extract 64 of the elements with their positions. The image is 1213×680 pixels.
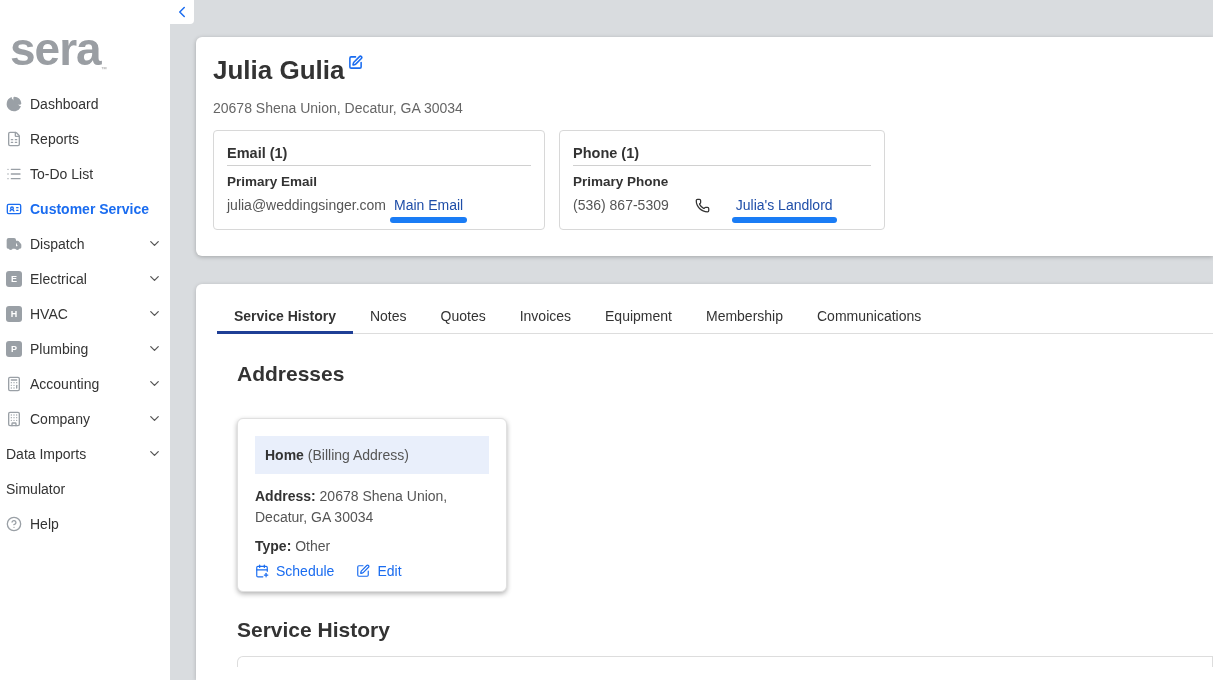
sidebar-item[interactable]: Dispatch <box>0 226 170 261</box>
sidebar-label: Plumbing <box>30 340 90 357</box>
letter-badge: E <box>6 270 22 287</box>
address-text: Address: 20678 Shena Union, Decatur, GA 30034 <box>255 487 449 527</box>
address-title: Home (Billing Address) <box>255 436 489 474</box>
tab[interactable]: Invoices <box>502 300 589 334</box>
sidebar-label: Simulator <box>6 480 67 497</box>
logo: sera <box>10 26 101 72</box>
sidebar-label: Data Imports <box>6 445 88 462</box>
pie-chart-icon <box>6 95 22 112</box>
sidebar-item[interactable]: Dashboard <box>0 86 170 121</box>
sidebar-item[interactable]: P Plumbing <box>0 331 170 366</box>
tab[interactable]: Notes <box>352 300 424 334</box>
sidebar-label: To-Do List <box>30 165 95 182</box>
section-heading: Service History <box>237 618 391 642</box>
schedule-link[interactable]: Schedule <box>255 563 335 579</box>
help-icon <box>6 515 22 532</box>
tab[interactable]: Communications <box>800 300 939 334</box>
contact-label: Primary Phone <box>573 174 670 189</box>
sidebar-label: Reports <box>30 130 81 147</box>
tab[interactable]: Quotes <box>423 300 503 334</box>
contact-value: (536) 867-5309 <box>573 197 669 213</box>
contact-title: Email (1) <box>227 145 531 166</box>
document-icon <box>6 130 22 147</box>
sidebar-label: Accounting <box>30 375 101 392</box>
customer-address: 20678 Shena Union, Decatur, GA 30034 <box>213 100 464 116</box>
sidebar-item[interactable]: E Electrical <box>0 261 170 296</box>
calendar-icon <box>255 564 269 578</box>
sidebar-item[interactable]: Reports <box>0 121 170 156</box>
section-heading: Addresses <box>237 362 346 386</box>
phone-icon[interactable] <box>694 198 710 213</box>
collapse-button[interactable] <box>170 0 194 24</box>
letter-badge: H <box>6 305 22 322</box>
sidebar-label: Electrical <box>30 270 88 287</box>
contact-link[interactable]: Main Email <box>393 197 464 223</box>
sidebar-item[interactable]: Customer Service <box>0 191 170 226</box>
sidebar-item[interactable]: Help <box>0 506 170 541</box>
sidebar-item[interactable]: Simulator <box>0 471 170 506</box>
edit-icon[interactable] <box>347 55 363 70</box>
sidebar-item[interactable]: Company <box>0 401 170 436</box>
contact-title: Phone (1) <box>573 145 871 166</box>
tab[interactable]: Service History <box>217 300 353 334</box>
address-type: Type: Other <box>255 537 332 556</box>
sidebar-item[interactable]: Accounting <box>0 366 170 401</box>
calculator-icon <box>6 375 22 392</box>
sidebar-item[interactable]: H HVAC <box>0 296 170 331</box>
sidebar-label: Customer Service <box>30 200 151 217</box>
sidebar-label: Help <box>30 515 60 532</box>
tab[interactable]: Equipment <box>588 300 689 334</box>
letter-badge: P <box>6 340 22 357</box>
contact-label: Primary Email <box>227 174 319 189</box>
truck-icon <box>6 235 22 252</box>
contact-value: julia@weddingsinger.com <box>227 197 386 213</box>
sidebar-label: Dashboard <box>30 95 100 112</box>
sidebar-item[interactable]: Data Imports <box>0 436 170 471</box>
sidebar-item[interactable]: To-Do List <box>0 156 170 191</box>
sidebar-label: HVAC <box>30 305 69 322</box>
sidebar-label: Company <box>30 410 91 427</box>
building-icon <box>6 410 22 427</box>
sidebar-label: Dispatch <box>30 235 86 252</box>
edit-icon <box>356 564 371 578</box>
tab[interactable]: Membership <box>688 300 800 334</box>
customer-name: Julia Gulia <box>213 55 345 86</box>
edit-link[interactable]: Edit <box>356 563 402 579</box>
